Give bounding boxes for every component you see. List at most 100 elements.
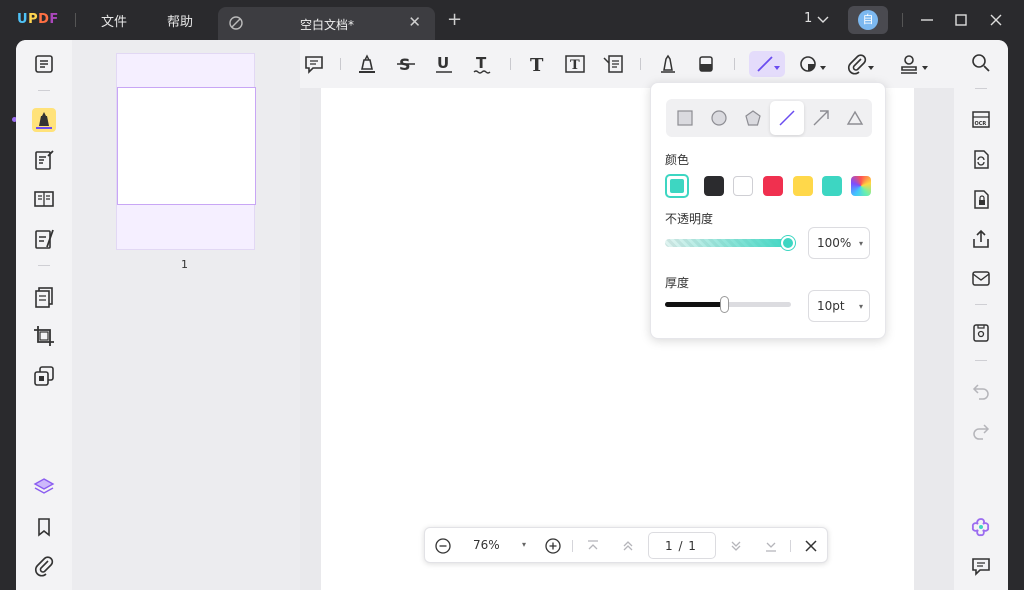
text-comment-icon[interactable]: T — [526, 53, 548, 76]
form-icon[interactable] — [32, 227, 56, 251]
color-picker-swatch[interactable] — [851, 176, 871, 196]
page-count[interactable]: 1 — [804, 11, 812, 26]
undo-icon[interactable] — [970, 379, 992, 401]
save-icon[interactable] — [970, 322, 992, 344]
convert-icon[interactable] — [970, 148, 992, 170]
stamp-icon[interactable] — [898, 53, 920, 75]
email-icon[interactable] — [970, 267, 992, 289]
caret-down-icon: ▾ — [858, 239, 863, 248]
edit-pdf-icon[interactable] — [32, 148, 56, 172]
opacity-value: 100% — [817, 236, 852, 250]
previous-page-icon[interactable] — [619, 537, 637, 555]
caret-down-icon[interactable]: ▾ — [522, 540, 526, 549]
minimize-icon[interactable] — [917, 10, 937, 30]
color-swatch-yellow[interactable] — [793, 176, 813, 196]
thumbnail-pane: 1 — [72, 40, 300, 590]
search-icon[interactable] — [970, 52, 992, 74]
crop-icon[interactable] — [32, 324, 56, 348]
rectangle-shape-button[interactable] — [668, 101, 702, 135]
squiggly-icon[interactable]: T — [471, 53, 493, 75]
ellipse-shape-button[interactable] — [702, 101, 736, 135]
page-layout-icon[interactable] — [32, 187, 56, 211]
thickness-slider-fill — [665, 302, 725, 307]
attachment-icon[interactable] — [32, 554, 56, 578]
divider — [902, 13, 903, 27]
avatar[interactable]: 自 — [848, 6, 888, 34]
maximize-icon[interactable] — [951, 10, 971, 30]
chevron-down-icon[interactable] — [816, 11, 830, 30]
reader-icon[interactable] — [32, 52, 56, 76]
document-tab[interactable]: 空白文档* ✕ — [218, 7, 435, 40]
color-swatch-red[interactable] — [763, 176, 783, 196]
attach-file-icon[interactable] — [846, 53, 868, 75]
sticky-note-icon[interactable] — [303, 53, 325, 75]
shape-type-selector — [666, 99, 872, 137]
opacity-slider-fill — [665, 239, 791, 247]
color-swatch-black[interactable] — [704, 176, 724, 196]
divider — [38, 265, 50, 266]
redo-icon[interactable] — [970, 419, 992, 441]
comment-highlight-icon[interactable] — [32, 108, 56, 132]
divider — [572, 540, 573, 552]
caret-down-icon[interactable] — [772, 58, 782, 70]
page-number-input[interactable]: 1 / 1 — [648, 532, 716, 559]
strikethrough-icon[interactable]: S — [395, 53, 417, 75]
zoom-out-icon[interactable] — [434, 537, 452, 555]
caret-down-icon[interactable] — [920, 58, 930, 70]
highlight-icon[interactable] — [356, 53, 378, 75]
comment-toolbar: S U T T T — [300, 40, 954, 88]
thickness-slider-handle[interactable] — [720, 296, 729, 313]
caret-down-icon[interactable] — [818, 58, 828, 70]
pages-copy-icon[interactable] — [32, 364, 56, 388]
organize-pages-icon[interactable] — [32, 285, 56, 309]
bookmark-icon[interactable] — [32, 515, 56, 539]
last-page-icon[interactable] — [762, 537, 780, 555]
current-color-swatch[interactable] — [665, 174, 689, 198]
first-page-icon[interactable] — [584, 537, 602, 555]
divider — [975, 360, 987, 361]
thickness-value: 10pt — [817, 299, 845, 313]
opacity-select[interactable]: 100% ▾ — [808, 227, 870, 259]
color-label: 颜色 — [665, 153, 690, 167]
color-swatch-white[interactable] — [733, 176, 753, 196]
triangle-shape-button[interactable] — [838, 101, 872, 135]
next-page-icon[interactable] — [727, 537, 745, 555]
tab-close-icon[interactable]: ✕ — [408, 13, 421, 31]
menu-help[interactable]: 帮助 — [167, 11, 193, 30]
left-toolbar — [16, 40, 72, 590]
menu-file[interactable]: 文件 — [101, 11, 127, 30]
svg-text:T: T — [530, 55, 544, 75]
divider — [975, 88, 987, 89]
share-icon[interactable] — [970, 228, 992, 250]
shape-properties-popover: 颜色 不透明度 100% ▾ 厚度 10pt ▾ — [650, 82, 886, 339]
line-shape-button[interactable] — [770, 101, 804, 135]
thickness-select[interactable]: 10pt ▾ — [808, 290, 870, 322]
color-swatch-teal[interactable] — [822, 176, 842, 196]
eraser-icon[interactable] — [695, 53, 717, 75]
comment-list-icon[interactable] — [970, 555, 992, 577]
caret-down-icon[interactable] — [866, 58, 876, 70]
text-callout-icon[interactable] — [602, 53, 624, 75]
avatar-initial: 自 — [858, 10, 878, 30]
title-bar: UPDF 文件 帮助 空白文档* ✕ + 1 自 — [0, 0, 1024, 40]
polygon-shape-button[interactable] — [736, 101, 770, 135]
zoom-level[interactable]: 76% — [473, 538, 500, 552]
ai-assistant-icon[interactable] — [970, 516, 992, 538]
opacity-slider-handle[interactable] — [781, 236, 795, 250]
divider — [38, 90, 50, 91]
layers-icon[interactable] — [32, 475, 56, 499]
underline-icon[interactable]: U — [433, 53, 455, 75]
text-box-icon[interactable]: T — [564, 53, 586, 75]
arrow-shape-button[interactable] — [804, 101, 838, 135]
new-tab-button[interactable]: + — [447, 9, 462, 30]
zoom-in-icon[interactable] — [544, 537, 562, 555]
divider — [640, 58, 641, 70]
close-window-icon[interactable] — [986, 10, 1006, 30]
protect-icon[interactable] — [970, 188, 992, 210]
close-icon[interactable] — [802, 537, 820, 555]
ocr-icon[interactable]: OCR — [970, 108, 992, 130]
page-thumbnail[interactable] — [116, 53, 256, 250]
shape-color-icon[interactable] — [798, 53, 820, 75]
right-toolbar: OCR — [954, 40, 1008, 590]
pencil-icon[interactable] — [656, 53, 678, 75]
